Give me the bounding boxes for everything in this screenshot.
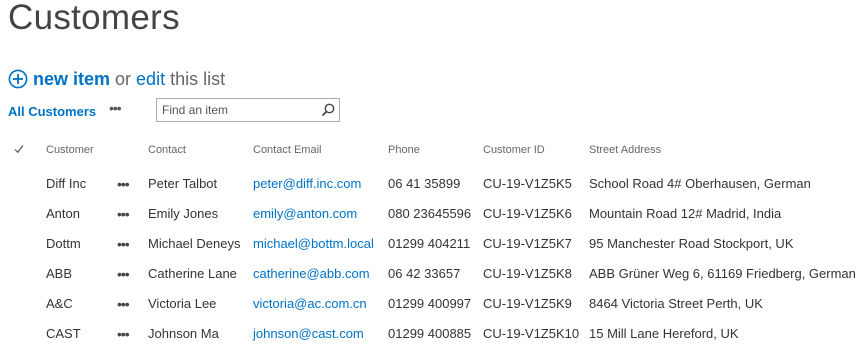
view-all-customers[interactable]: All Customers: [8, 104, 96, 119]
contact-email-link[interactable]: catherine@abb.com: [253, 259, 370, 289]
phone-number: 01299 400885: [388, 326, 472, 341]
customer-id: CU-19-V1Z5K9: [483, 296, 572, 311]
contact-email-link[interactable]: peter@diff.inc.com: [253, 169, 361, 199]
table-header: Customer Contact Contact Email Phone Cus…: [0, 140, 857, 160]
table-row[interactable]: Diff Inc ••• Peter Talbot peter@diff.inc…: [0, 169, 857, 199]
customer-name[interactable]: ABB: [46, 259, 72, 289]
customer-name[interactable]: Dottm: [46, 229, 81, 259]
contact-name: Catherine Lane: [148, 266, 237, 281]
phone-number: 06 41 35899: [388, 176, 461, 191]
table-row[interactable]: Anton ••• Emily Jones emily@anton.com 08…: [0, 199, 857, 229]
row-menu-button[interactable]: •••: [117, 169, 130, 199]
contact-name: Peter Talbot: [148, 176, 218, 191]
new-item-link[interactable]: new item: [33, 69, 110, 90]
phone-number: 01299 404211: [388, 236, 471, 251]
contact-email-link[interactable]: victoria@ac.com.cn: [253, 289, 367, 319]
search-input[interactable]: [162, 103, 312, 117]
customers-table: Customer Contact Contact Email Phone Cus…: [0, 140, 857, 349]
header-customer[interactable]: Customer: [46, 140, 94, 160]
phone-number: 06 42 33657: [388, 266, 461, 281]
contact-name: Emily Jones: [148, 206, 219, 221]
table-row[interactable]: Dottm ••• Michael Deneys michael@bottm.l…: [0, 229, 857, 259]
header-street-address[interactable]: Street Address: [589, 140, 661, 160]
table-row[interactable]: ABB ••• Catherine Lane catherine@abb.com…: [0, 259, 857, 289]
phone-number: 01299 400997: [388, 296, 472, 311]
row-menu-button[interactable]: •••: [117, 319, 130, 349]
contact-email-link[interactable]: emily@anton.com: [253, 199, 357, 229]
contact-name: Michael Deneys: [148, 236, 241, 251]
street-address: 15 Mill Lane Hereford, UK: [589, 326, 739, 341]
contact-name: Johnson Ma: [148, 326, 219, 341]
checkmark-icon[interactable]: [14, 144, 24, 154]
contact-email-link[interactable]: johnson@cast.com: [253, 319, 364, 349]
header-contact[interactable]: Contact: [148, 140, 186, 160]
edit-link[interactable]: edit: [136, 69, 165, 90]
customer-id: CU-19-V1Z5K8: [483, 266, 572, 281]
row-menu-button[interactable]: •••: [117, 199, 130, 229]
contact-email-link[interactable]: michael@bottm.local: [253, 229, 374, 259]
list-actions: new item or edit this list: [8, 66, 225, 92]
view-more-button[interactable]: •••: [109, 100, 122, 116]
street-address: Mountain Road 12# Madrid, India: [589, 206, 782, 221]
row-menu-button[interactable]: •••: [117, 229, 130, 259]
or-text: or: [115, 68, 132, 89]
this-list-text: this list: [170, 68, 226, 89]
customer-id: CU-19-V1Z5K10: [483, 326, 580, 341]
customer-name[interactable]: A&C: [46, 289, 73, 319]
customer-name[interactable]: Diff Inc: [46, 169, 86, 199]
street-address: 95 Manchester Road Stockport, UK: [589, 236, 794, 251]
customer-id: CU-19-V1Z5K5: [483, 176, 572, 191]
customer-id: CU-19-V1Z5K7: [483, 236, 572, 251]
street-address: ABB Grüner Weg 6, 61169 Friedberg, Germa…: [589, 266, 856, 281]
header-customer-id[interactable]: Customer ID: [483, 140, 545, 160]
table-row[interactable]: CAST ••• Johnson Ma johnson@cast.com 012…: [0, 319, 857, 349]
row-menu-button[interactable]: •••: [117, 289, 130, 319]
table-row[interactable]: A&C ••• Victoria Lee victoria@ac.com.cn …: [0, 289, 857, 319]
page-title: Customers: [8, 0, 180, 37]
customer-id: CU-19-V1Z5K6: [483, 206, 572, 221]
contact-name: Victoria Lee: [148, 296, 217, 311]
row-menu-button[interactable]: •••: [117, 259, 130, 289]
customer-name[interactable]: Anton: [46, 199, 80, 229]
header-contact-email[interactable]: Contact Email: [253, 140, 321, 160]
header-phone[interactable]: Phone: [388, 140, 420, 160]
phone-number: 080 23645596: [388, 206, 472, 221]
street-address: School Road 4# Oberhausen, German: [589, 176, 811, 191]
view-selector: All Customers •••: [8, 99, 122, 123]
customer-name[interactable]: CAST: [46, 319, 81, 349]
plus-circle-icon[interactable]: [8, 69, 28, 89]
search-icon[interactable]: [321, 103, 335, 117]
street-address: 8464 Victoria Street Perth, UK: [589, 296, 763, 311]
search-box: [156, 98, 340, 122]
